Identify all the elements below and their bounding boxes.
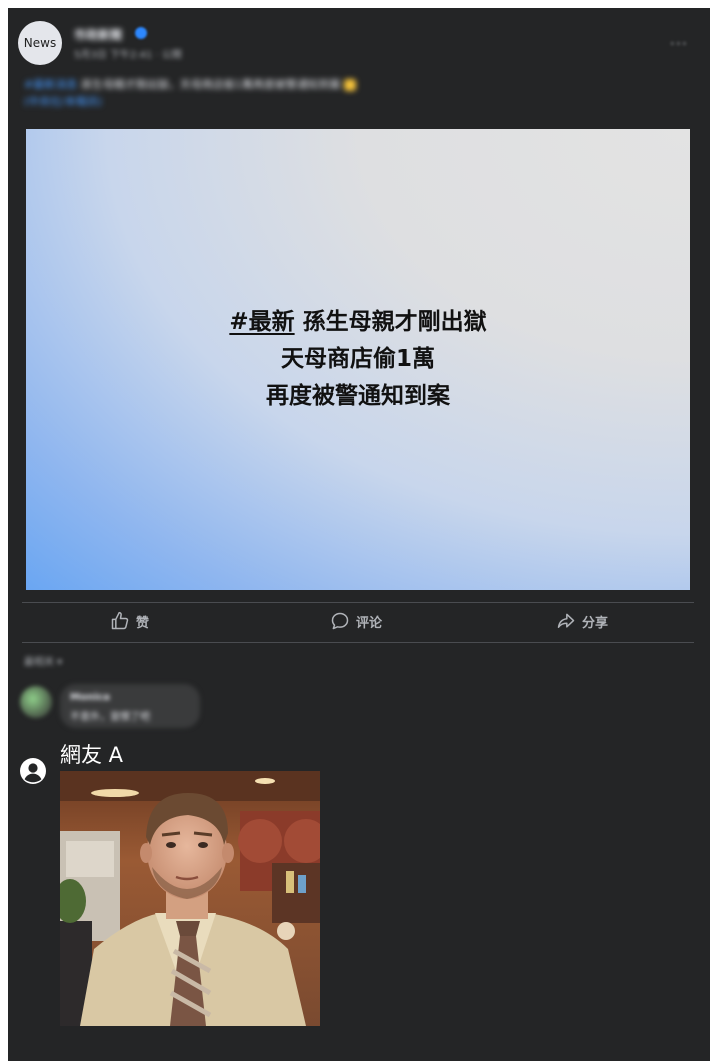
caption-line2[interactable]: (中央社/本報訊) (24, 95, 102, 108)
caption-text: 孫生母親才剛出獄，天母商店偷1萬再度被警通知到案 (80, 78, 341, 91)
post-image[interactable]: #最新 孫生母親才剛出獄 天母商店偷1萬 再度被警通知到案 (26, 129, 690, 590)
like-button[interactable]: 赞 (110, 611, 149, 631)
image-headline: #最新 孫生母親才剛出獄 天母商店偷1萬 再度被警通知到案 (229, 304, 486, 415)
headline-line1: 孫生母親才剛出獄 (294, 309, 487, 335)
headline-line2: 天母商店偷1萬 (280, 346, 435, 372)
comment-bubble-blurred: Monica 不意外，習慣了吧 (60, 684, 200, 728)
headline-hashtag: #最新 (229, 309, 295, 335)
page-avatar-label: News (23, 36, 57, 50)
share-label: 分享 (582, 615, 609, 631)
comment-bubble-icon (331, 612, 349, 630)
post-card: News 市政新聞 5月3日 下午2:41 · 公開 ··· #最新消息 孫生母… (8, 8, 710, 1061)
post-timestamp[interactable]: 5月3日 下午2:41 · 公開 (74, 46, 182, 61)
commenter-name[interactable]: 網友 A (60, 739, 123, 769)
comment-sort-dropdown[interactable]: 最相关 ▾ (24, 653, 62, 668)
blurred-commenter-name[interactable]: Monica (70, 692, 110, 703)
divider-top (22, 602, 694, 603)
share-arrow-icon (557, 613, 575, 628)
more-options-icon[interactable]: ··· (670, 34, 688, 53)
comment-label: 评论 (356, 615, 383, 631)
page-avatar[interactable]: News (18, 21, 62, 65)
share-button[interactable]: 分享 (556, 611, 608, 631)
sort-label: 最相关 (24, 657, 54, 668)
commenter-avatar-blurred[interactable] (20, 686, 52, 718)
comment-reaction-image[interactable] (60, 771, 320, 1026)
page-name[interactable]: 市政新聞 (74, 26, 122, 43)
comment-button[interactable]: 评论 (330, 611, 382, 631)
reaction-image-illustration (60, 771, 320, 1026)
post-caption: #最新消息 孫生母親才剛出獄，天母商店偷1萬再度被警通知到案 (中央社/本報訊) (24, 76, 464, 110)
thumbs-up-icon (111, 611, 129, 630)
caption-hashtag[interactable]: #最新消息 (24, 78, 77, 91)
emoji-icon (344, 79, 357, 91)
verified-badge-icon (135, 27, 147, 39)
blurred-comment-text: 不意外，習慣了吧 (70, 712, 150, 723)
divider-bottom (22, 642, 694, 643)
headline-line3: 再度被警通知到案 (265, 383, 450, 409)
like-label: 赞 (136, 615, 150, 631)
user-avatar-icon[interactable] (20, 758, 46, 784)
